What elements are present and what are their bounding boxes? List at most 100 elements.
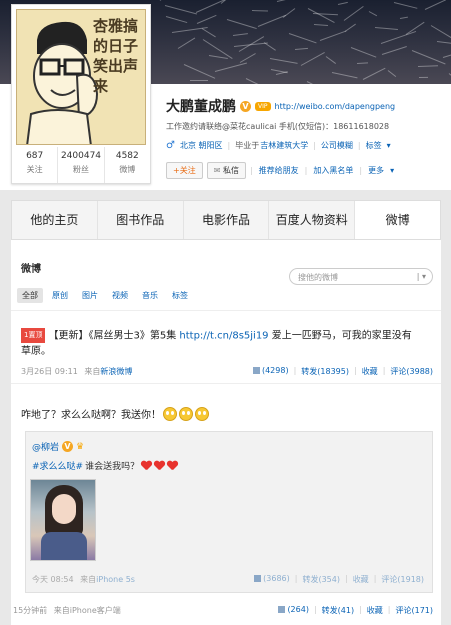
comment-button[interactable]: 评论(171)	[395, 605, 433, 616]
divider: |	[344, 574, 348, 583]
tab-movies[interactable]: 电影作品	[183, 201, 270, 239]
search-input[interactable]: 搜他的微博 | ▾	[289, 268, 433, 285]
follow-button[interactable]: +关注	[166, 162, 203, 179]
star-trail	[381, 45, 407, 55]
vip-badge-icon[interactable]: VIP	[255, 101, 271, 111]
like-count: (4298)	[261, 366, 289, 375]
star-trail	[190, 80, 208, 81]
stat-value: 4582	[115, 151, 139, 161]
star-trail	[251, 10, 269, 12]
star-trail	[269, 58, 298, 64]
stat-label: 微博	[119, 165, 136, 174]
like-button[interactable]: (3686)	[254, 574, 290, 585]
repost-text: #求么么哒# 谁会送我吗？	[32, 459, 178, 472]
profile-name-row: 大鹏董成鹏 V VIP http://weibo.com/dapengpeng	[166, 96, 395, 116]
blacklist-button[interactable]: 加入黑名单	[311, 163, 355, 178]
stats-bar: 687 关注 2400474 粉丝 4582 微博	[12, 147, 150, 183]
profile-name: 大鹏董成鹏	[166, 99, 236, 115]
post-source[interactable]: iPhone客户端	[70, 606, 121, 615]
tab-baidu-profile[interactable]: 百度人物资料	[269, 201, 356, 239]
homepage-link[interactable]: http://weibo.com/dapengpeng	[275, 102, 396, 111]
filter-tags[interactable]: 标签	[167, 288, 193, 303]
post-text: 咋地了？求么么哒啊？我送你！	[21, 406, 209, 421]
school-prefix: 毕业于	[235, 141, 260, 150]
tab-books[interactable]: 图书作品	[97, 201, 184, 239]
chevron-down-icon[interactable]: | ▾	[417, 272, 426, 281]
divider: |	[373, 574, 377, 583]
repost-time[interactable]: 今天 08:54	[32, 575, 74, 584]
collect-button[interactable]: 收藏	[367, 605, 383, 616]
filter-original[interactable]: 原创	[47, 288, 73, 303]
star-trail	[177, 37, 196, 49]
star-trail	[350, 47, 377, 58]
stat-fans[interactable]: 2400474 粉丝	[58, 147, 105, 183]
star-trail	[380, 30, 417, 44]
forward-button[interactable]: 转发(354)	[302, 574, 340, 585]
filter-music[interactable]: 音乐	[137, 288, 163, 303]
post-time[interactable]: 3月26日 09:11	[21, 367, 78, 376]
like-button[interactable]: (264)	[278, 605, 309, 616]
stat-label: 粉丝	[72, 165, 89, 174]
repost-author: @柳岩 V ♛	[32, 440, 84, 453]
recommend-button[interactable]: 推荐给朋友	[257, 163, 301, 178]
star-trail	[393, 2, 418, 9]
source-prefix: 来自	[84, 367, 101, 376]
filter-images[interactable]: 图片	[77, 288, 103, 303]
verified-icon[interactable]: V	[240, 100, 251, 112]
profile-info-row: ♂ 北京 朝阳区 | 毕业于 吉林建筑大学 | 公司模糊 | 标签 ▾	[166, 140, 391, 151]
star-trail	[325, 56, 337, 64]
star-trail	[307, 8, 335, 24]
like-button[interactable]: (4298)	[252, 366, 289, 377]
chevron-down-icon[interactable]: ▾	[390, 166, 394, 175]
star-trail	[159, 0, 167, 1]
repost-author-link[interactable]: @柳岩	[32, 440, 59, 453]
chevron-down-icon[interactable]: ▾	[387, 141, 391, 150]
comment-button[interactable]: 评论(3988)	[390, 366, 433, 377]
stat-label: 关注	[26, 165, 43, 174]
stat-weibo[interactable]: 4582 微博	[105, 147, 150, 183]
star-trail	[331, 72, 358, 79]
star-trail	[337, 1, 348, 5]
star-trail	[214, 62, 248, 72]
tab-weibo[interactable]: 微博	[355, 201, 440, 239]
avatar-caption: 杏雅搞的日子笑出声来	[93, 17, 139, 95]
company-link[interactable]: 公司模糊	[321, 140, 353, 151]
forward-button[interactable]: 转发(41)	[322, 605, 354, 616]
filter-all[interactable]: 全部	[17, 288, 43, 303]
star-trail	[294, 47, 308, 50]
star-trail	[343, 5, 364, 21]
star-trail	[232, 33, 248, 36]
star-trail	[208, 55, 228, 59]
more-button[interactable]: 更多	[366, 163, 386, 178]
repost-topic-link[interactable]: #求么么哒#	[32, 459, 83, 472]
divider: |	[353, 366, 357, 375]
message-button[interactable]: ✉ 私信	[206, 162, 246, 179]
vip-crown-icon[interactable]: ♛	[76, 442, 84, 452]
stat-following[interactable]: 687 关注	[12, 147, 59, 183]
verified-icon[interactable]: V	[62, 441, 74, 452]
avatar[interactable]: 杏雅搞的日子笑出声来	[16, 9, 146, 145]
stat-value: 2400474	[60, 151, 102, 161]
post-link[interactable]: http://t.cn/8s5ji19	[179, 331, 268, 342]
emoji-icon	[179, 406, 193, 421]
star-trail	[196, 14, 217, 24]
like-count: (3686)	[263, 574, 290, 583]
post-time[interactable]: 15分钟前	[13, 606, 47, 615]
repost-source[interactable]: iPhone 5s	[96, 575, 135, 584]
post-source[interactable]: 新浪微博	[100, 367, 132, 376]
post-text-line2: 草原。	[21, 345, 51, 357]
repost-photo[interactable]	[30, 479, 96, 561]
filter-video[interactable]: 视频	[107, 288, 133, 303]
collect-button[interactable]: 收藏	[362, 366, 378, 377]
forward-button[interactable]: 转发(18395)	[301, 366, 349, 377]
post-actions: (4298) | 转发(18395) | 收藏 | 评论(3988)	[252, 366, 433, 377]
comment-button[interactable]: 评论(1918)	[381, 574, 424, 585]
tags-link[interactable]: 标签	[366, 140, 382, 151]
collect-button[interactable]: 收藏	[353, 574, 369, 585]
tab-home[interactable]: 他的主页	[12, 201, 98, 239]
star-trail	[319, 30, 347, 41]
divider: |	[293, 366, 297, 375]
school-link[interactable]: 吉林建筑大学	[260, 140, 308, 151]
thumbs-up-icon	[254, 575, 262, 582]
thumbs-up-icon	[278, 606, 286, 613]
